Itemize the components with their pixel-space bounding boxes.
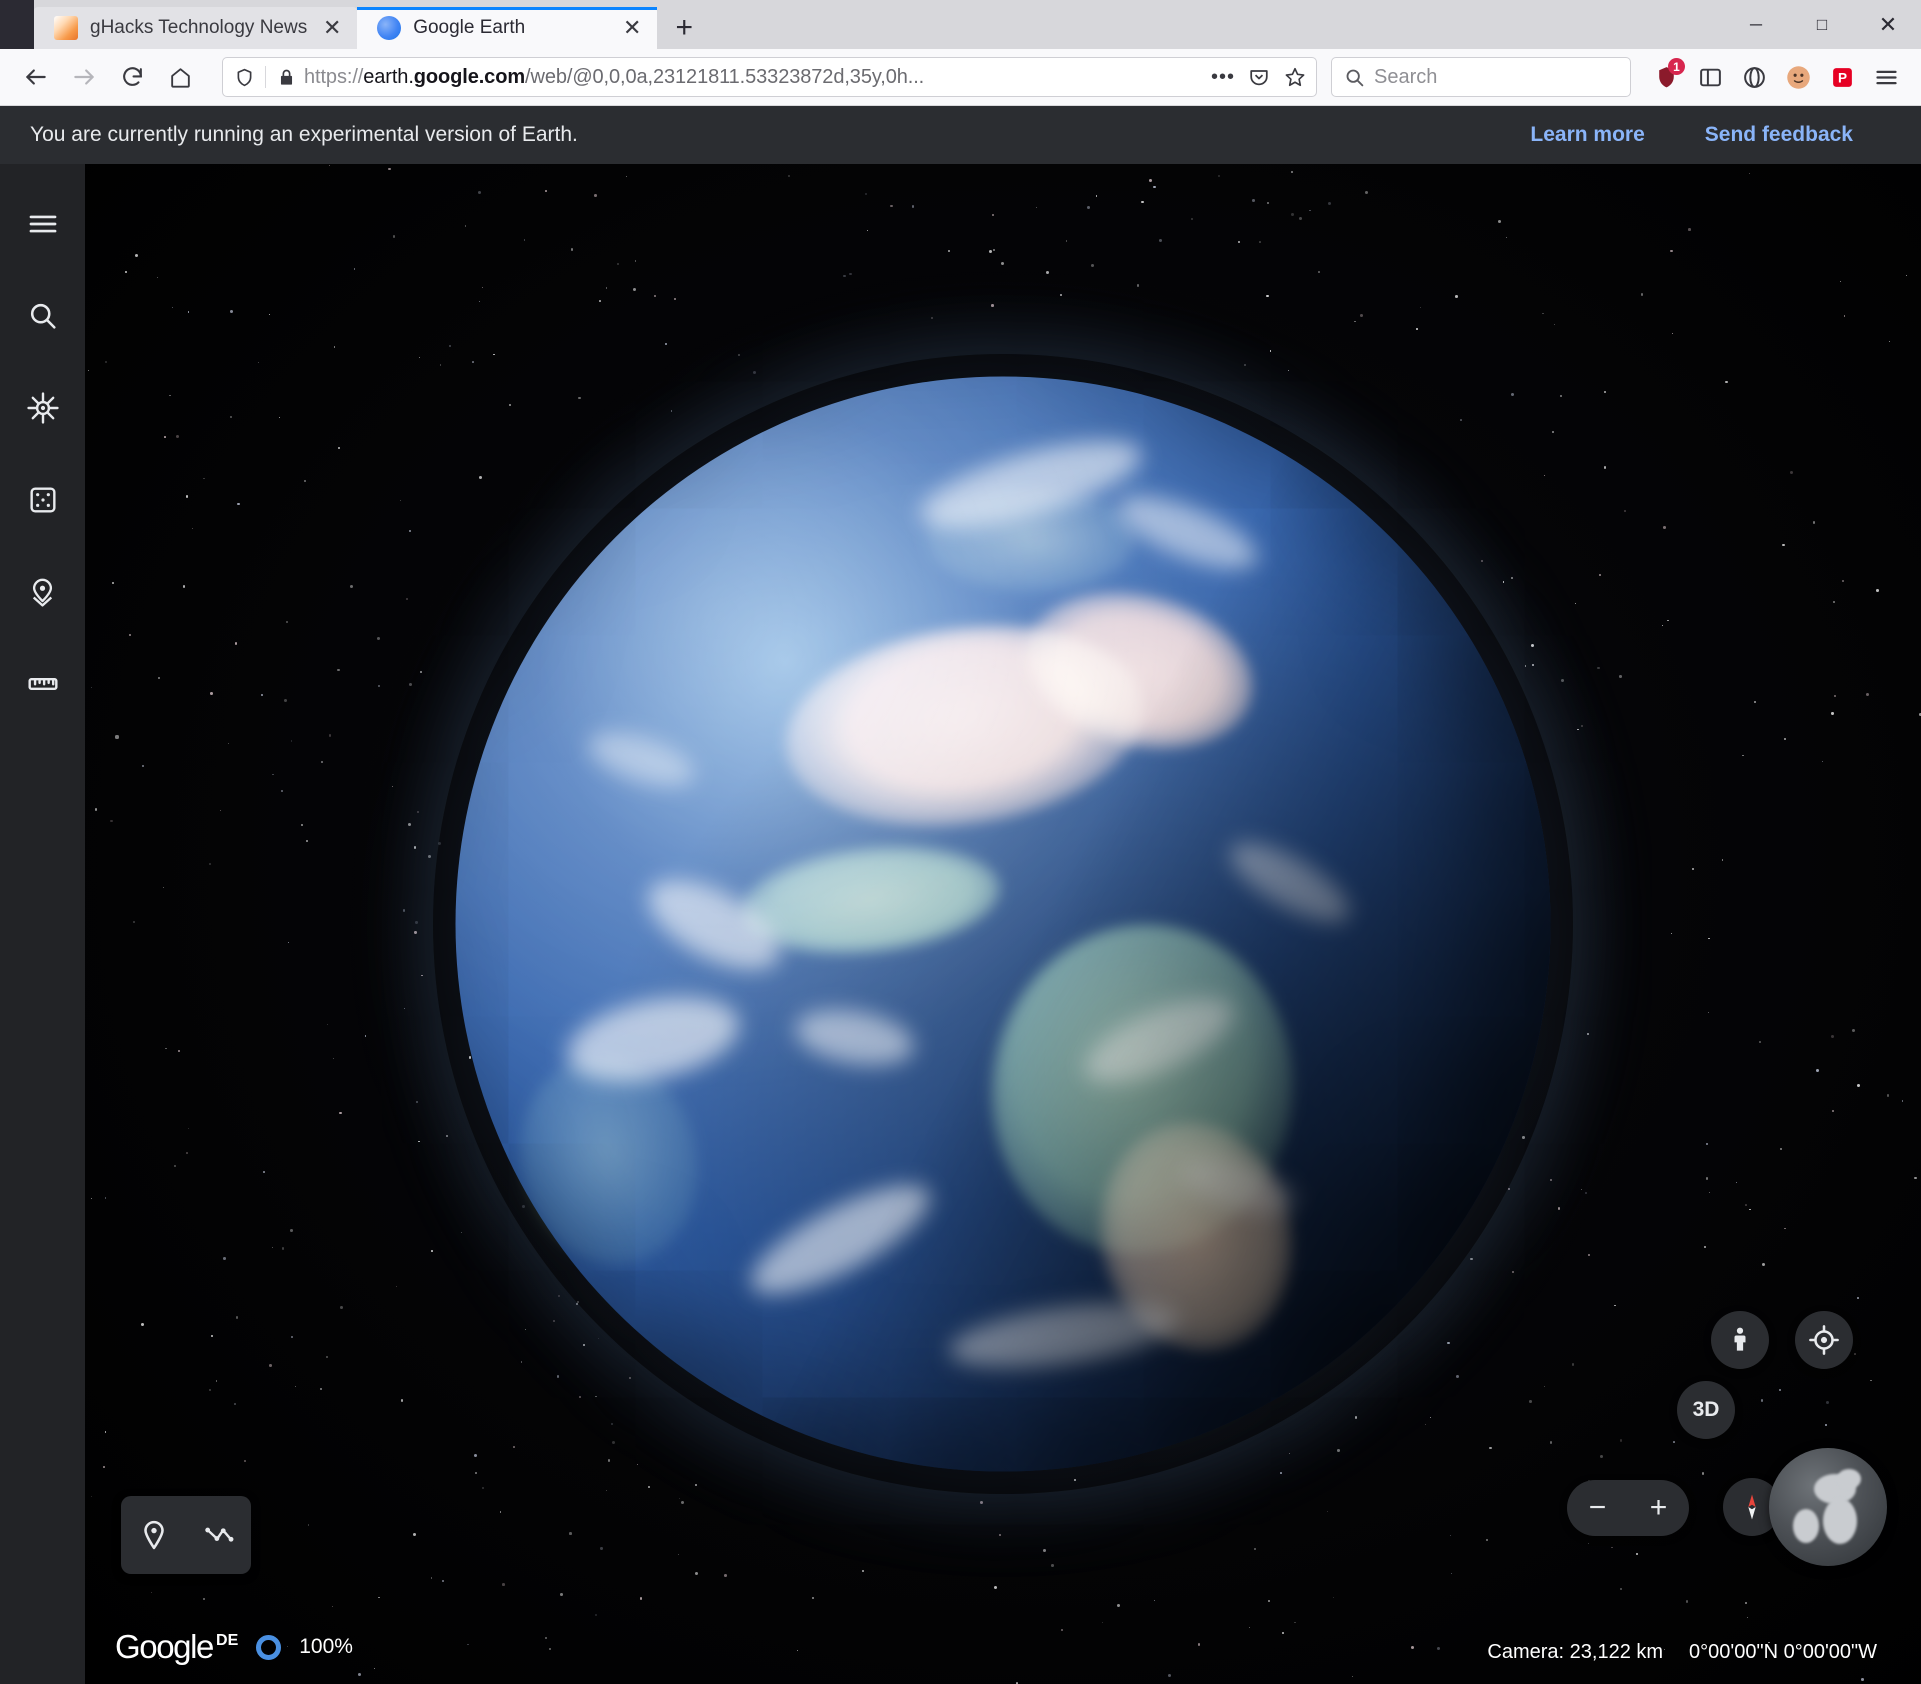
app-menu-icon[interactable] <box>1865 56 1907 98</box>
new-tab-button[interactable]: + <box>663 7 705 49</box>
measure-path-icon[interactable] <box>202 1518 236 1552</box>
page-actions-more-icon[interactable]: ••• <box>1210 64 1236 90</box>
zoom-in-button[interactable]: + <box>1628 1491 1689 1525</box>
sidebar-item-menu[interactable] <box>15 196 71 252</box>
url-bar[interactable]: https://earth.google.com/web/@0,0,0a,231… <box>222 57 1317 97</box>
svg-text:P: P <box>1837 70 1846 85</box>
browser-toolbar-icons: 1 P <box>1645 56 1907 98</box>
google-earth-favicon <box>377 16 401 40</box>
earth-footer-left: GoogleDE 100% <box>115 1628 353 1666</box>
tab-strip-lead-spacer <box>0 0 34 49</box>
ghacks-favicon <box>54 16 78 40</box>
earth-globe-viewport[interactable]: 3D − + GoogleDE 100% <box>85 164 1921 1684</box>
google-logo-country: DE <box>216 1632 238 1649</box>
ublock-badge: 1 <box>1668 58 1685 75</box>
camera-altitude-label: Camera: 23,122 km <box>1487 1641 1663 1664</box>
url-bar-actions: ••• <box>1210 64 1308 90</box>
window-controls: ─ □ ✕ <box>1723 0 1921 49</box>
browser-tab-google-earth[interactable]: Google Earth ✕ <box>357 7 657 49</box>
camera-coordinates-label: 0°00'00"N 0°00'00"W <box>1689 1641 1877 1664</box>
url-scheme: https:// <box>304 66 363 88</box>
sidebar-item-feeling-lucky[interactable] <box>15 472 71 528</box>
earth-footer-right: Camera: 23,122 km 0°00'00"N 0°00'00"W <box>1487 1641 1877 1664</box>
reload-icon[interactable] <box>110 55 154 99</box>
google-logo: GoogleDE <box>115 1628 238 1666</box>
earth-sidebar <box>0 164 85 1684</box>
pocket-icon[interactable] <box>1246 64 1272 90</box>
sidebar-icon[interactable] <box>1689 56 1731 98</box>
minimize-button[interactable]: ─ <box>1723 0 1789 49</box>
forward-icon[interactable] <box>62 55 106 99</box>
measure-tool-panel <box>121 1496 251 1574</box>
sidebar-item-search[interactable] <box>15 288 71 344</box>
loading-ring-indicator <box>256 1635 281 1660</box>
tab-close-button[interactable]: ✕ <box>319 15 345 41</box>
banner-links: Learn more Send feedback <box>1530 123 1853 147</box>
sidebar-item-voyager[interactable] <box>15 380 71 436</box>
pegman-streetview-button[interactable] <box>1711 1311 1769 1369</box>
day-night-terminator <box>456 377 1551 1472</box>
send-feedback-link[interactable]: Send feedback <box>1705 123 1853 147</box>
account-avatar-icon[interactable] <box>1777 56 1819 98</box>
zoom-controls: − + <box>1567 1480 1689 1536</box>
lock-icon[interactable] <box>274 65 298 89</box>
search-bar[interactable]: Search <box>1331 57 1631 97</box>
home-icon[interactable] <box>158 55 202 99</box>
learn-more-link[interactable]: Learn more <box>1530 123 1644 147</box>
close-window-button[interactable]: ✕ <box>1855 0 1921 49</box>
url-domain: google.com <box>414 66 525 88</box>
tab-strip: gHacks Technology News ✕ Google Earth ✕ … <box>0 0 1921 49</box>
zoom-percent-label: 100% <box>299 1635 353 1659</box>
url-divider <box>265 66 266 88</box>
search-input-placeholder[interactable]: Search <box>1374 66 1437 89</box>
back-icon[interactable] <box>14 55 58 99</box>
tab-close-button[interactable]: ✕ <box>619 15 645 41</box>
search-icon <box>1344 67 1365 88</box>
star-icon[interactable] <box>1282 64 1308 90</box>
url-text[interactable]: https://earth.google.com/web/@0,0,0a,231… <box>304 66 1204 89</box>
browser-tab-ghacks[interactable]: gHacks Technology News ✕ <box>34 7 357 49</box>
maximize-button[interactable]: □ <box>1789 0 1855 49</box>
url-path: /web/@0,0,0a,23121811.53323872d,35y,0h..… <box>525 66 924 88</box>
pinterest-save-icon[interactable]: P <box>1821 56 1863 98</box>
google-earth-app: You are currently running an experimenta… <box>0 106 1921 1684</box>
locate-me-button[interactable] <box>1795 1311 1853 1369</box>
experimental-version-banner: You are currently running an experimenta… <box>0 106 1921 164</box>
container-tabs-icon[interactable] <box>1733 56 1775 98</box>
browser-window: gHacks Technology News ✕ Google Earth ✕ … <box>0 0 1921 1684</box>
navigation-toolbar: https://earth.google.com/web/@0,0,0a,231… <box>0 49 1921 106</box>
url-subdomain: earth. <box>363 66 414 88</box>
tab-title: Google Earth <box>413 17 607 39</box>
google-logo-text: Google <box>115 1628 213 1665</box>
sidebar-item-measure[interactable] <box>15 656 71 712</box>
mini-globe-button[interactable] <box>1769 1448 1887 1566</box>
ublock-origin-icon[interactable]: 1 <box>1645 56 1687 98</box>
earth-globe[interactable] <box>456 377 1551 1472</box>
shield-icon[interactable] <box>231 64 257 90</box>
measure-point-icon[interactable] <box>137 1518 171 1552</box>
toggle-3d-button[interactable]: 3D <box>1677 1381 1735 1439</box>
tab-title: gHacks Technology News <box>90 17 307 39</box>
sidebar-item-my-places[interactable] <box>15 564 71 620</box>
zoom-out-button[interactable]: − <box>1567 1491 1628 1525</box>
banner-message: You are currently running an experimenta… <box>30 123 578 147</box>
